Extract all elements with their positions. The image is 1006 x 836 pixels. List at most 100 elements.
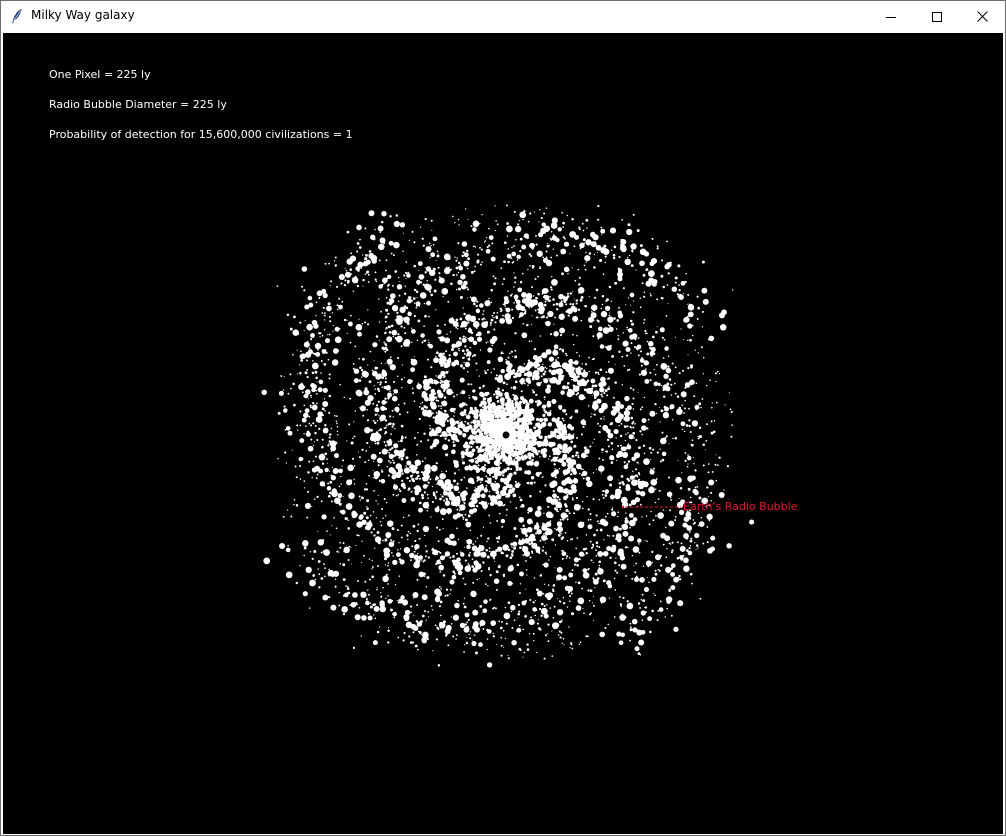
star xyxy=(545,614,548,617)
star xyxy=(504,298,510,305)
star xyxy=(582,477,585,480)
star xyxy=(468,633,470,636)
star xyxy=(519,280,523,284)
star xyxy=(656,247,659,250)
star xyxy=(688,516,692,520)
star xyxy=(573,245,576,248)
star xyxy=(551,217,558,224)
star xyxy=(392,393,395,395)
star xyxy=(482,561,485,564)
star xyxy=(503,260,506,264)
star xyxy=(548,512,554,519)
star xyxy=(568,359,573,364)
star xyxy=(428,342,430,344)
star xyxy=(529,264,531,267)
star xyxy=(428,315,430,318)
star xyxy=(567,586,574,592)
star xyxy=(507,407,512,413)
star xyxy=(457,538,460,541)
galaxy-canvas[interactable]: One Pixel = 225 ly Radio Bubble Diameter… xyxy=(3,33,1003,834)
star xyxy=(513,619,516,622)
close-button[interactable] xyxy=(959,1,1005,32)
star xyxy=(515,507,518,509)
star xyxy=(671,549,674,552)
star xyxy=(558,498,561,501)
star xyxy=(537,292,540,296)
star xyxy=(579,505,582,507)
star xyxy=(633,576,640,582)
star xyxy=(423,325,425,327)
star xyxy=(365,598,368,601)
star xyxy=(370,428,373,432)
star xyxy=(523,651,526,654)
star xyxy=(518,624,521,627)
star xyxy=(668,542,671,545)
star xyxy=(385,269,387,272)
star xyxy=(676,408,683,415)
star xyxy=(317,530,319,533)
star xyxy=(594,572,598,576)
star xyxy=(643,587,650,593)
star xyxy=(349,341,352,344)
star xyxy=(449,533,455,540)
star xyxy=(608,314,611,317)
star xyxy=(507,260,510,264)
star xyxy=(454,560,457,563)
star xyxy=(597,568,604,575)
maximize-button[interactable] xyxy=(914,1,960,32)
star xyxy=(559,447,562,449)
star xyxy=(600,406,606,412)
star xyxy=(658,407,660,409)
star xyxy=(580,433,583,436)
minimize-button[interactable] xyxy=(868,1,914,32)
star xyxy=(427,439,430,442)
star xyxy=(683,412,686,414)
star xyxy=(642,273,646,277)
star xyxy=(630,245,632,248)
star xyxy=(415,559,421,565)
star xyxy=(388,541,395,548)
star xyxy=(498,452,501,455)
star xyxy=(409,552,415,559)
star xyxy=(486,648,488,651)
star xyxy=(430,293,434,297)
star xyxy=(554,418,560,424)
star xyxy=(385,501,388,504)
star xyxy=(378,452,382,455)
star xyxy=(663,373,669,379)
star xyxy=(516,439,520,442)
star xyxy=(334,336,342,344)
star xyxy=(696,486,699,488)
star xyxy=(637,602,641,605)
star xyxy=(406,411,409,414)
star xyxy=(707,471,710,474)
star xyxy=(320,577,324,580)
star xyxy=(677,600,684,607)
star xyxy=(549,365,551,367)
star xyxy=(527,268,529,271)
star xyxy=(323,319,326,321)
star xyxy=(407,488,410,491)
star xyxy=(303,480,306,482)
star xyxy=(420,407,424,411)
star xyxy=(488,227,490,230)
star xyxy=(434,396,437,399)
star xyxy=(591,313,594,317)
star xyxy=(373,433,376,436)
title-bar[interactable]: Milky Way galaxy xyxy=(1,1,1005,32)
star xyxy=(465,403,468,406)
star xyxy=(626,369,629,372)
star xyxy=(687,463,689,465)
star xyxy=(497,455,501,459)
star xyxy=(527,220,530,223)
star xyxy=(377,400,380,403)
star xyxy=(559,327,566,334)
star xyxy=(623,409,631,417)
star xyxy=(695,544,699,547)
star xyxy=(503,503,506,506)
star xyxy=(524,470,529,475)
star xyxy=(547,299,550,302)
star xyxy=(514,332,517,335)
star xyxy=(466,249,469,253)
star xyxy=(390,252,393,255)
